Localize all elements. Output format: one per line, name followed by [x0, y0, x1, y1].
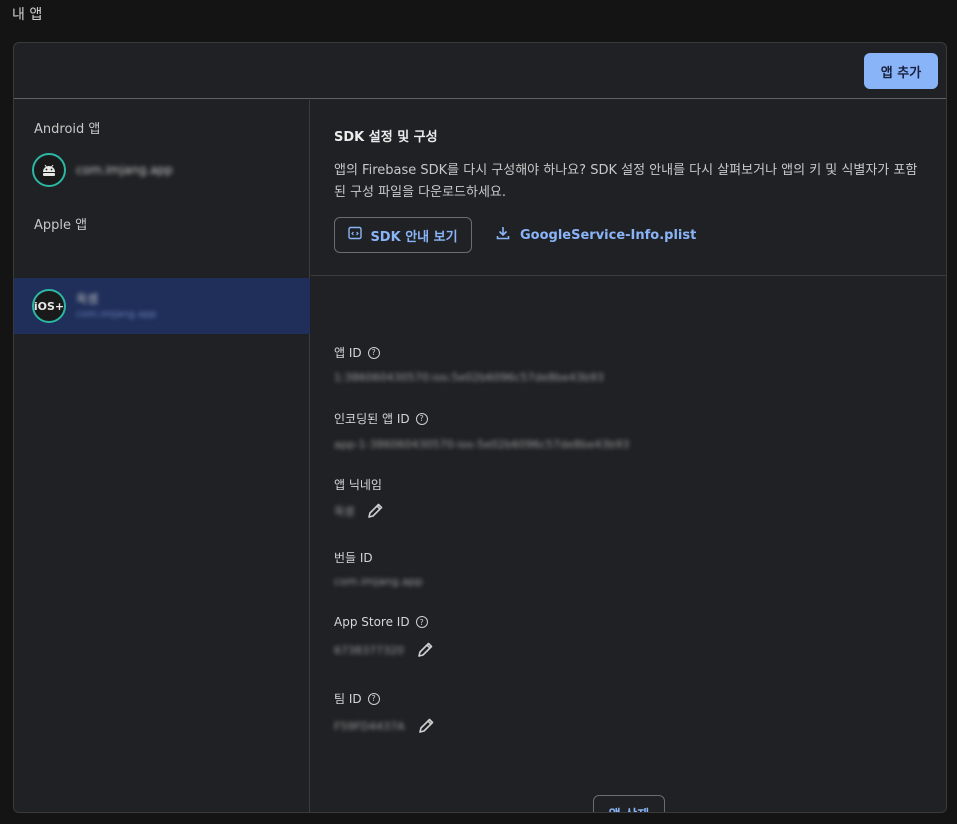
download-config-label: GoogleService-Info.plist	[520, 227, 697, 243]
bundle-id-label-text: 번들 ID	[334, 551, 373, 565]
bundle-id-value: com.imjang.app	[334, 575, 423, 588]
app-store-id-row: 6738377320	[334, 641, 434, 659]
edit-nickname-icon[interactable]	[366, 502, 384, 520]
app-item-android[interactable]: com.imjang.app	[14, 143, 310, 199]
app-id-label: 앱 ID ?	[334, 344, 380, 361]
app-id-value: 1:386060430570:ios:5e02b6096c57de8be43b9…	[334, 371, 604, 384]
sdk-title: SDK 설정 및 구성	[334, 130, 438, 145]
nickname-label-text: 앱 닉네임	[334, 478, 382, 492]
sdk-description: 앱의 Firebase SDK를 다시 구성해야 하나요? SDK 설정 안내를…	[334, 163, 918, 200]
help-icon[interactable]: ?	[367, 692, 380, 705]
apple-section-label: Apple 앱	[34, 218, 88, 233]
download-icon	[496, 226, 510, 244]
help-icon[interactable]: ?	[415, 616, 428, 628]
edit-team-id-icon[interactable]	[417, 717, 435, 735]
download-config-link[interactable]: GoogleService-Info.plist	[496, 217, 696, 253]
app-id-label-text: 앱 ID	[334, 346, 362, 360]
app-store-id-label-text: App Store ID	[334, 615, 410, 629]
my-apps-card: 앱 추가 Android 앱 com.imjang.app Apple 앱 iO…	[13, 42, 947, 813]
team-id-label: 팀 ID ?	[334, 690, 380, 707]
android-icon	[32, 153, 66, 187]
app-bundle: com.imjang.app	[76, 309, 157, 320]
nickname-value: 옥셈	[334, 505, 355, 518]
help-icon[interactable]: ?	[367, 346, 380, 359]
app-store-id-label: App Store ID ?	[334, 615, 428, 629]
edit-app-store-id-icon[interactable]	[416, 641, 434, 659]
encoded-app-id-label-text: 인코딩된 앱 ID	[334, 412, 410, 426]
app-detail-panel: SDK 설정 및 구성 앱의 Firebase SDK를 다시 구성해야 하나요…	[311, 100, 946, 812]
team-id-row: F59FD4437A	[334, 717, 435, 735]
team-id-value: F59FD4437A	[334, 719, 405, 733]
page-title: 내 앱	[12, 7, 43, 23]
add-app-button[interactable]: 앱 추가	[864, 53, 938, 89]
app-store-id-value: 6738377320	[334, 643, 404, 657]
app-item-ios[interactable]: iOS+ 옥셈 com.imjang.app	[14, 278, 310, 334]
sdk-section: SDK 설정 및 구성 앱의 Firebase SDK를 다시 구성해야 하나요…	[311, 100, 946, 276]
sdk-guide-label: SDK 안내 보기	[370, 229, 458, 245]
team-id-label-text: 팀 ID	[334, 692, 362, 706]
encoded-app-id-value: app-1-386060430570-ios-5e02b6096c57de8be…	[334, 438, 630, 451]
ios-icon: iOS+	[32, 289, 66, 323]
code-window-icon	[348, 226, 363, 244]
app-list-sidebar: Android 앱 com.imjang.app Apple 앱 iOS+ 옥셈…	[14, 100, 310, 812]
encoded-app-id-label: 인코딩된 앱 ID ?	[334, 410, 428, 427]
app-name: com.imjang.app	[76, 163, 173, 177]
nickname-label: 앱 닉네임	[334, 476, 382, 493]
app-name: 옥셈	[76, 292, 99, 306]
android-section-label: Android 앱	[34, 122, 101, 137]
nickname-row: 옥셈	[334, 502, 384, 520]
delete-app-button[interactable]: 앱 삭제	[593, 795, 665, 812]
bundle-id-label: 번들 ID	[334, 549, 373, 566]
help-icon[interactable]: ?	[415, 412, 428, 425]
card-header: 앱 추가	[14, 43, 946, 99]
sdk-guide-button[interactable]: SDK 안내 보기	[334, 217, 472, 253]
